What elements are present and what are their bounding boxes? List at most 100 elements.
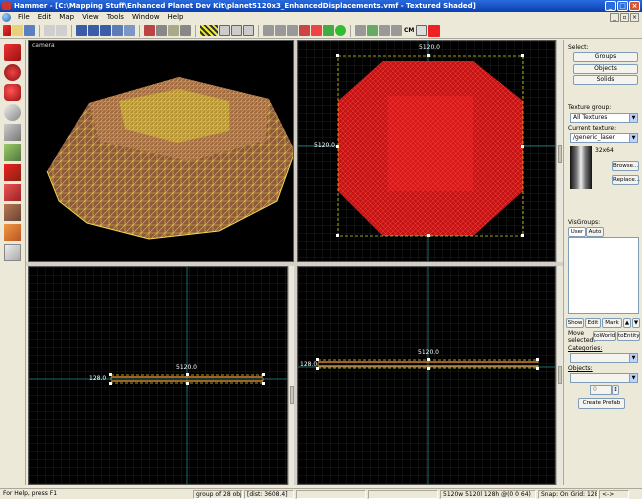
current-texture-select[interactable]: /generic_laser ▼ <box>570 133 638 143</box>
count-field[interactable]: 0 <box>590 385 612 395</box>
scroll-thumb[interactable] <box>558 145 562 163</box>
menu-map[interactable]: Map <box>55 12 78 23</box>
new-icon[interactable] <box>3 25 11 36</box>
solids-button[interactable]: Solids <box>573 75 638 85</box>
smaller-grid-icon[interactable] <box>231 25 242 36</box>
chevron-down-icon[interactable]: ▼ <box>629 354 637 362</box>
copy-icon[interactable] <box>156 25 167 36</box>
undo-icon[interactable] <box>44 25 55 36</box>
apply-texture-icon[interactable] <box>4 164 21 181</box>
browse-button[interactable]: Browse... <box>612 161 639 171</box>
move-down-icon[interactable]: ▼ <box>632 318 640 328</box>
chevron-down-icon[interactable]: ▼ <box>629 114 637 122</box>
objects-select[interactable]: ▼ <box>570 373 638 383</box>
front-viewport-scrollbar[interactable] <box>288 266 294 485</box>
texture-group-select[interactable]: All Textures ▼ <box>570 113 638 123</box>
show-button[interactable]: Show <box>566 318 584 328</box>
top-viewport-grid <box>298 41 555 261</box>
document-icon[interactable] <box>2 13 11 22</box>
side-height-label: 128.0 <box>300 361 318 368</box>
edit-button[interactable]: Edit <box>585 318 601 328</box>
mdi-minimize-button[interactable]: _ <box>610 13 619 22</box>
toggle-model-icon[interactable] <box>367 25 378 36</box>
minimize-button[interactable]: _ <box>605 1 616 11</box>
carve-icon[interactable] <box>275 25 286 36</box>
camera-viewport[interactable]: camera <box>28 40 294 262</box>
menu-help[interactable]: Help <box>164 12 188 23</box>
close-button[interactable]: × <box>629 1 640 11</box>
paste-special-icon[interactable] <box>180 25 191 36</box>
hide-icon[interactable] <box>112 25 123 36</box>
selection-tool-icon[interactable] <box>4 44 21 61</box>
group-icon[interactable] <box>88 25 99 36</box>
menu-bar: File Edit Map View Tools Window Help _ ▫… <box>0 12 642 23</box>
menu-window[interactable]: Window <box>128 12 164 23</box>
cut-icon[interactable] <box>144 25 155 36</box>
top-2d-viewport[interactable]: 5120.0 5120.0 <box>297 40 556 262</box>
to-world-button[interactable]: toWorld <box>593 331 616 341</box>
tab-auto[interactable]: Auto <box>586 227 604 237</box>
objects-button[interactable]: Objects <box>573 64 638 74</box>
visgroups-list[interactable] <box>568 237 639 314</box>
top-viewport-scrollbar[interactable] <box>556 40 562 262</box>
overlay-tool-icon[interactable] <box>4 204 21 221</box>
count-spinner[interactable]: ↕ <box>612 385 619 395</box>
snap-icon[interactable] <box>263 25 274 36</box>
chevron-down-icon[interactable]: ▼ <box>629 374 637 382</box>
entity-tool-icon[interactable] <box>4 104 21 121</box>
status-empty-2 <box>368 490 438 499</box>
auto-visgroup-icon[interactable] <box>416 25 428 36</box>
camera-tool-icon[interactable] <box>4 84 21 101</box>
scroll-thumb[interactable] <box>558 366 562 384</box>
chevron-down-icon[interactable]: ▼ <box>629 134 637 142</box>
open-icon[interactable] <box>12 25 23 36</box>
status-empty-1 <box>296 490 366 499</box>
hollow-icon[interactable] <box>287 25 298 36</box>
menu-tools[interactable]: Tools <box>103 12 128 23</box>
toggle-texture-lock-icon[interactable] <box>200 25 218 36</box>
side-viewport-scrollbar[interactable] <box>556 266 562 485</box>
tab-user[interactable]: User <box>568 227 586 237</box>
vertex-tool-icon[interactable] <box>4 244 21 261</box>
save-icon[interactable] <box>24 25 35 36</box>
paste-icon[interactable] <box>168 25 179 36</box>
mdi-close-button[interactable]: × <box>630 13 639 22</box>
unhide-icon[interactable] <box>124 25 135 36</box>
run-map-icon[interactable] <box>323 25 334 36</box>
maximize-button[interactable]: □ <box>617 1 628 11</box>
replace-button[interactable]: Replace... <box>612 175 640 185</box>
to-entity-button[interactable]: toEntity <box>617 331 640 341</box>
menu-file[interactable]: File <box>14 12 34 23</box>
scroll-thumb[interactable] <box>290 386 294 404</box>
magnify-tool-icon[interactable] <box>4 64 21 81</box>
run-map-red-icon[interactable] <box>428 24 441 37</box>
cm-label[interactable]: CM <box>403 27 415 34</box>
display-mode-icon[interactable] <box>76 25 87 36</box>
redo-icon[interactable] <box>56 25 67 36</box>
mdi-restore-button[interactable]: ▫ <box>620 13 629 22</box>
check-map-icon[interactable] <box>311 25 322 36</box>
menu-edit[interactable]: Edit <box>34 12 56 23</box>
helpers-icon[interactable] <box>379 25 390 36</box>
groups-icon[interactable] <box>391 25 402 36</box>
groups-button[interactable]: Groups <box>573 52 638 62</box>
mark-button[interactable]: Mark <box>602 318 622 328</box>
menu-view[interactable]: View <box>78 12 103 23</box>
ungroup-icon[interactable] <box>100 25 111 36</box>
texture-size: 32x64 <box>595 147 614 154</box>
clip-tool-icon[interactable] <box>4 224 21 241</box>
create-prefab-button[interactable]: Create Prefab <box>578 398 625 409</box>
entity-report-icon[interactable] <box>335 25 346 36</box>
block-tool-icon[interactable] <box>4 124 21 141</box>
front-2d-viewport[interactable]: 5120.0 128.0 <box>28 266 288 485</box>
decal-tool-icon[interactable] <box>4 184 21 201</box>
grid-icon[interactable] <box>219 25 230 36</box>
cordon-icon[interactable] <box>355 25 366 36</box>
side-2d-viewport[interactable]: 5120.0 128.0 <box>297 266 556 485</box>
larger-grid-icon[interactable] <box>243 25 254 36</box>
texture-app-icon[interactable] <box>4 144 21 161</box>
select-label: Select: <box>568 44 589 51</box>
move-up-icon[interactable]: ▲ <box>623 318 631 328</box>
categories-select[interactable]: ▼ <box>570 353 638 363</box>
texture-lock-icon[interactable] <box>299 25 310 36</box>
